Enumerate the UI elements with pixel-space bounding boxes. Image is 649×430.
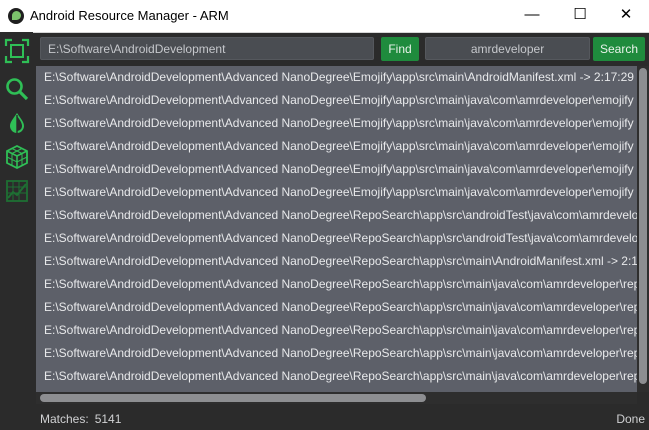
list-item[interactable]: E:\Software\AndroidDevelopment\Advanced … xyxy=(44,158,634,181)
horizontal-scrollbar[interactable] xyxy=(36,392,637,404)
list-item[interactable]: E:\Software\AndroidDevelopment\Advanced … xyxy=(44,89,634,112)
matches-label: Matches: xyxy=(40,412,89,426)
list-item[interactable]: E:\Software\AndroidDevelopment\Advanced … xyxy=(44,273,637,296)
path-input[interactable]: E:\Software\AndroidDevelopment xyxy=(40,37,374,60)
sidebar xyxy=(0,32,33,430)
fullscreen-frame-icon[interactable] xyxy=(4,38,30,64)
matches-status: Matches: 5141 xyxy=(40,412,127,426)
vertical-scroll-thumb[interactable] xyxy=(639,68,647,384)
list-item[interactable]: E:\Software\AndroidDevelopment\Advanced … xyxy=(44,135,634,158)
list-item[interactable]: E:\Software\AndroidDevelopment\Advanced … xyxy=(44,365,637,388)
list-item[interactable]: E:\Software\AndroidDevelopment\Advanced … xyxy=(44,204,637,227)
close-button[interactable]: ✕ xyxy=(603,0,649,32)
search-icon[interactable] xyxy=(4,76,30,102)
vertical-scrollbar[interactable] xyxy=(637,66,649,392)
list-item[interactable]: E:\Software\AndroidDevelopment\Advanced … xyxy=(44,319,637,342)
list-item[interactable]: E:\Software\AndroidDevelopment\Advanced … xyxy=(44,112,634,135)
list-item[interactable]: E:\Software\AndroidDevelopment\Advanced … xyxy=(44,66,634,89)
cube-grid-icon[interactable] xyxy=(4,144,30,170)
chart-icon[interactable] xyxy=(4,178,30,204)
list-item[interactable]: E:\Software\AndroidDevelopment\Advanced … xyxy=(44,250,637,273)
matches-count: 5141 xyxy=(94,412,122,426)
list-item[interactable]: E:\Software\AndroidDevelopment\Advanced … xyxy=(44,342,637,365)
window-title: Android Resource Manager - ARM xyxy=(30,8,229,23)
title-bar: Android Resource Manager - ARM — ☐ ✕ xyxy=(0,0,649,33)
list-item[interactable]: E:\Software\AndroidDevelopment\Advanced … xyxy=(44,296,637,319)
search-button[interactable]: Search xyxy=(593,37,645,61)
list-item[interactable]: E:\Software\AndroidDevelopment\Advanced … xyxy=(44,227,637,250)
maximize-button[interactable]: ☐ xyxy=(557,0,603,32)
drop-icon[interactable] xyxy=(4,110,30,136)
username-input[interactable]: amrdeveloper xyxy=(425,37,590,60)
minimize-button[interactable]: — xyxy=(509,0,555,32)
app-logo-icon xyxy=(8,8,24,24)
horizontal-scroll-thumb[interactable] xyxy=(40,394,426,402)
find-button[interactable]: Find xyxy=(381,37,419,61)
status-state: Done xyxy=(616,412,645,426)
results-list[interactable]: E:\Software\AndroidDevelopment\Advanced … xyxy=(36,66,637,392)
list-item[interactable]: E:\Software\AndroidDevelopment\Advanced … xyxy=(44,181,634,204)
